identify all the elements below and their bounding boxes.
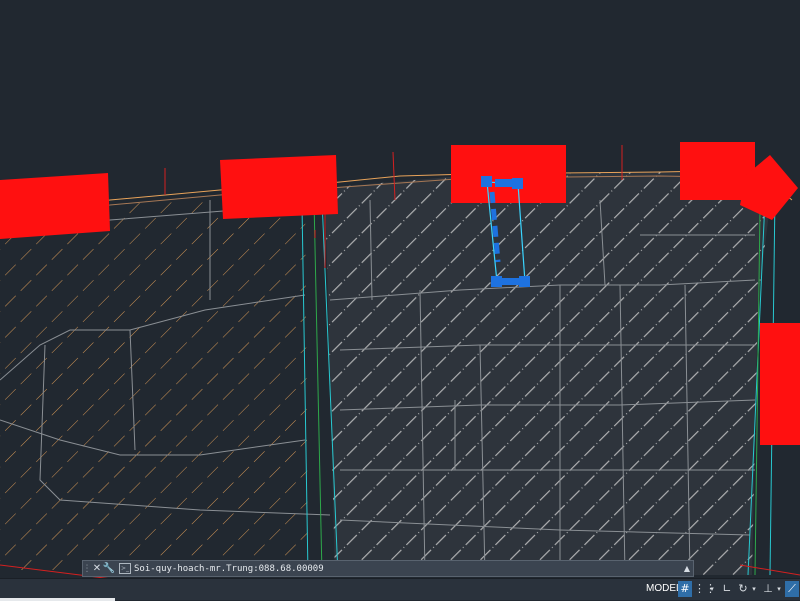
red-block: [0, 173, 110, 239]
red-block: [760, 323, 800, 445]
command-prompt-icon: >_: [119, 563, 131, 574]
polar-icon[interactable]: ↻: [736, 581, 750, 597]
red-block: [451, 145, 566, 203]
drawing-viewport[interactable]: [0, 0, 800, 600]
command-line[interactable]: ⋮ ✕ 🔧 >_ Soi-quy-hoach-mr.Trung:088.68.0…: [82, 560, 694, 577]
wrench-icon[interactable]: 🔧: [103, 561, 115, 576]
lineweight-icon[interactable]: ⟋: [785, 581, 799, 597]
grip-handle[interactable]: [519, 276, 530, 287]
command-history-text: Soi-quy-hoach-mr.Trung:088.68.00009: [134, 563, 324, 574]
left-parcel-hatch: [0, 193, 308, 570]
close-icon[interactable]: ✕: [91, 561, 103, 576]
snap-icon[interactable]: ⋮⋮: [694, 581, 716, 597]
red-block: [220, 155, 338, 219]
osnap-dropdown-icon[interactable]: ▾: [775, 581, 783, 597]
history-up-icon[interactable]: ▲: [681, 564, 693, 573]
grip-handle[interactable]: [481, 176, 492, 187]
selected-parcel-overlay: [325, 172, 772, 575]
command-line-grip-icon[interactable]: ⋮: [83, 561, 92, 576]
polar-dropdown-icon[interactable]: ▾: [750, 581, 758, 597]
grid-icon[interactable]: #: [678, 581, 692, 597]
grip-handle-mid[interactable]: [500, 278, 520, 285]
snap-dropdown-icon[interactable]: ▾: [708, 581, 716, 597]
grip-handle-mid[interactable]: [495, 179, 513, 187]
drawing-canvas[interactable]: [0, 0, 800, 600]
osnap-icon[interactable]: ⊥: [761, 581, 775, 597]
status-bar: MODEL # ⋮⋮ ▾ ∟ ↻ ▾ ⊥ ▾ ⟋: [0, 578, 800, 601]
grip-handle[interactable]: [512, 178, 523, 189]
ortho-icon[interactable]: ∟: [720, 581, 734, 597]
